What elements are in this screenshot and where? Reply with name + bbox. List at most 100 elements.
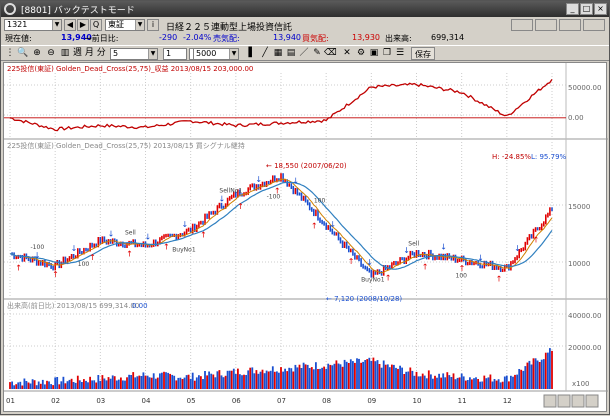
chevron-down-icon[interactable]: ▼ — [148, 49, 157, 59]
x-axis-label: 04 — [142, 397, 151, 405]
x-axis-label: 03 — [96, 397, 105, 405]
buy-arrow-icon: ↑ — [126, 249, 133, 258]
nav-button-2[interactable]: ▶ — [77, 19, 89, 31]
list-icon[interactable]: ☰ — [394, 47, 406, 60]
minimize-button[interactable]: _ — [566, 3, 579, 15]
sell-arrow-icon: ↓ — [477, 254, 484, 263]
x-axis-label: 01 — [6, 397, 15, 405]
chart-svg: ↑↓↑↓↑↓↑↓↑↓↑↓↑↓↑↓↑ ↓↑ ↓↑↓↑↓↑↓↑↓↑-100100Sell… — [4, 63, 608, 408]
volume-value: 699,314 — [431, 33, 465, 42]
step-value: 1 — [166, 49, 172, 58]
draw-line-icon[interactable]: ／ — [298, 47, 310, 60]
instrument-row: 1321 ▼ ◀ ▶ Q 東証 ▼ i 日経２２５連動型上場投資信託 — [1, 18, 609, 33]
app-icon — [4, 3, 16, 15]
option-button-2[interactable] — [535, 19, 557, 31]
ask-label: 売気配: — [213, 34, 240, 43]
cancel-icon[interactable]: ✕ — [341, 47, 353, 60]
bid-label: 買気配: — [302, 34, 329, 43]
bid-value: 13,930 — [352, 33, 380, 42]
chevron-down-icon[interactable]: ▼ — [229, 49, 238, 59]
sell-arrow-icon: ↓ — [366, 258, 373, 267]
buy-arrow-icon: ↑ — [15, 263, 22, 272]
low-annotation: ← 7,120 (2008/10/28) — [326, 295, 402, 303]
profit-line — [9, 79, 553, 132]
market-combo[interactable]: 東証 ▼ — [105, 19, 145, 31]
backtest-window: [8801] バックテストモード _ □ × 1321 ▼ ◀ ▶ Q 東証 ▼… — [0, 0, 610, 415]
low-pct-label: L: 95.79% — [531, 153, 567, 161]
sell-arrow-icon: ↓ — [329, 220, 336, 229]
signal-label: -100 — [31, 244, 45, 251]
chart-toolbar: ⋮ 🔍 ⊕ ⊖ ▥ 週 月 分 5 ▼ 1 ▼ 5000 ▼ ▌ ╱ ▦ ▤ ／… — [1, 45, 609, 61]
signal-label: Sell — [125, 229, 136, 236]
market-value: 東証 — [108, 20, 124, 29]
save-button[interactable]: 保存 — [411, 47, 435, 60]
signal-label: Sell — [408, 240, 419, 247]
buy-arrow-icon: ↑ — [422, 262, 429, 271]
copy-icon[interactable]: ❐ — [381, 47, 393, 60]
draw-tool-icon[interactable]: ✎ — [311, 47, 323, 60]
x-axis-label: 08 — [322, 397, 331, 405]
title-bar[interactable]: [8801] バックテストモード _ □ × — [1, 1, 609, 17]
volume-label: 出来高: — [385, 34, 412, 43]
buy-arrow-icon: ↑ — [311, 222, 318, 231]
bar-chart-icon[interactable]: ▌ — [246, 47, 258, 60]
zoom-out-button[interactable] — [557, 394, 571, 408]
sell-arrow-icon: ↓ — [218, 194, 225, 203]
buy-arrow-icon: ↑ — [89, 253, 96, 262]
sell-arrow-icon: ↓ — [71, 244, 78, 253]
zoom-out-icon[interactable]: ⊖ — [45, 47, 57, 60]
toolbar-grip-icon: ⋮ — [5, 48, 15, 58]
nav-button-1[interactable]: ◀ — [64, 19, 76, 31]
maximize-button[interactable]: □ — [580, 3, 593, 15]
option-button-1[interactable] — [511, 19, 533, 31]
volume-tick-top: 40000.00 — [568, 312, 601, 320]
zoom-icon[interactable]: 🔍 — [17, 47, 29, 60]
buy-arrow-icon: ↑ — [237, 202, 244, 211]
zoom-in-button[interactable] — [571, 394, 585, 408]
signal-label: -100 — [267, 194, 281, 201]
profit-tick-zero: 0.00 — [568, 114, 584, 122]
scroll-left-button[interactable] — [543, 394, 557, 408]
signal-label: 100 — [314, 198, 326, 205]
eraser-icon[interactable]: ⌫ — [324, 47, 337, 60]
close-button[interactable]: × — [594, 3, 607, 15]
option-button-3[interactable] — [559, 19, 581, 31]
buy-arrow-icon: ↑ — [496, 274, 503, 283]
step-combo[interactable]: 1 — [163, 48, 187, 60]
sell-arrow-icon: ↓ — [403, 246, 410, 255]
chart-area[interactable]: ↑ ↓ ↑ ↓ ↑ ↓ ↑ ↓ ↑ ↓ ↑ ↓ ↑ ↓ ↑ ↓ ↑ ↓ ↑ ↓ ↑ ↓ ↑ ↓ ↑ ↓ ↑ ↓ ↑ -100 100 Sell… — [3, 62, 608, 412]
search-button[interactable]: Q — [90, 19, 102, 31]
x-axis-label: 06 — [232, 397, 241, 405]
signal-label: 100 — [456, 272, 468, 279]
quote-row: 現在値: 13,940 →前日比: -290 -2.04% 売気配: 13,94… — [1, 32, 609, 43]
volume-tick-mid: 20000.00 — [568, 344, 601, 352]
sell-arrow-icon: ↓ — [145, 232, 152, 241]
scroll-right-button[interactable] — [585, 394, 599, 408]
info-button[interactable]: i — [147, 19, 159, 31]
print-icon[interactable]: ▣ — [368, 47, 380, 60]
period-combo[interactable]: 5 ▼ — [110, 48, 158, 60]
compare-icon[interactable]: ▤ — [285, 47, 297, 60]
window-title: [8801] バックテストモード — [21, 6, 135, 16]
zoom-in-icon[interactable]: ⊕ — [31, 47, 43, 60]
price-panel-title: 225投信(東証) Golden_Dead_Cross(25,75) 2013/… — [7, 141, 245, 150]
code-value: 1321 — [7, 20, 28, 29]
volume-panel-extra: 0.00 — [132, 302, 148, 310]
indicator-icon[interactable]: ▦ — [272, 47, 284, 60]
buy-arrow-icon: ↑ — [348, 257, 355, 266]
settings-icon[interactable]: ⚙ — [355, 47, 367, 60]
signal-label: BuyNo1 — [172, 246, 196, 253]
x-axis-label: 12 — [503, 397, 512, 405]
option-button-4[interactable] — [583, 19, 605, 31]
signal-label: 100 — [78, 261, 90, 268]
chevron-down-icon[interactable]: ▼ — [135, 20, 144, 30]
bars-combo[interactable]: 5000 ▼ — [193, 48, 239, 60]
line-chart-icon[interactable]: ╱ — [259, 47, 271, 60]
code-combo[interactable]: 1321 ▼ — [4, 19, 62, 31]
sell-arrow-icon: ↓ — [514, 244, 521, 253]
chevron-down-icon[interactable]: ▼ — [52, 20, 61, 30]
x-axis-label: 09 — [367, 397, 376, 405]
signal-label: SellNo1 — [219, 187, 242, 194]
candle-icon[interactable]: ▥ — [59, 47, 71, 60]
period-label[interactable]: 週 月 分 — [71, 47, 107, 60]
